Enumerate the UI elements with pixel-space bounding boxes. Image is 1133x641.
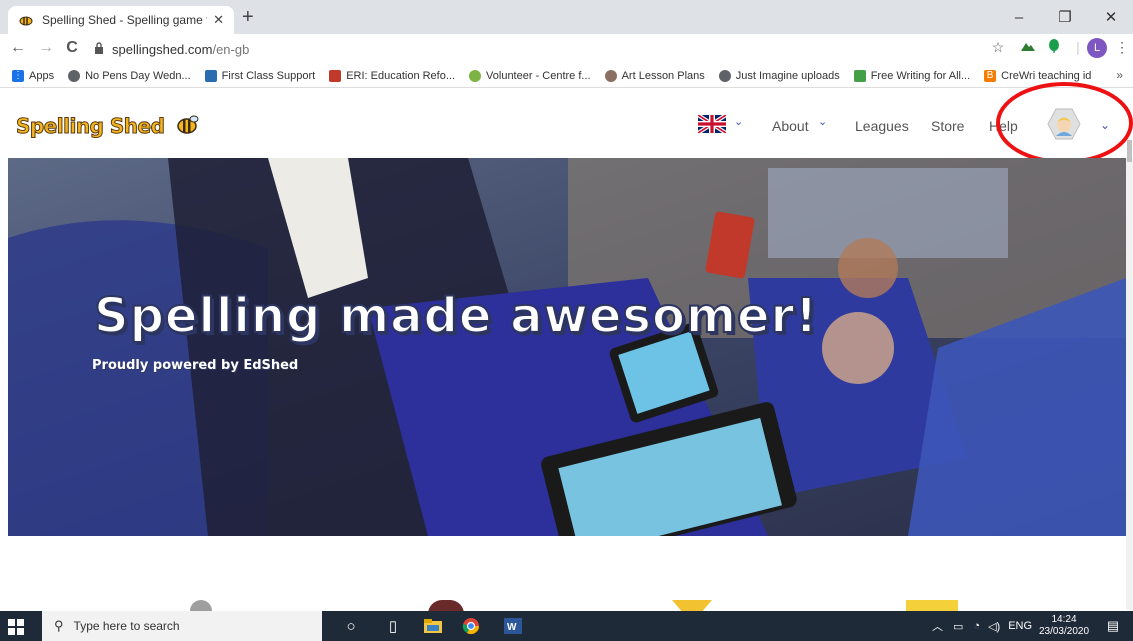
bookmark-apps[interactable]: ⋮ Apps [12,69,55,82]
windows-taskbar: ⚲ Type here to search ○ ▯ W ︿ ▭ ◔ ◁) ENG… [0,611,1133,641]
bookmark-no-pens-day[interactable]: No Pens Day Wedn... [68,69,191,82]
bookmark-label: Apps [29,69,55,82]
bookmark-just-imagine[interactable]: Just Imagine uploads [718,69,840,82]
bookmark-label: ERI: Education Refo... [346,69,456,82]
bookmark-volunteer[interactable]: Volunteer - Centre f... [469,69,591,82]
bookmark-star-icon[interactable]: ☆ [988,39,1008,56]
annotation-circle [996,82,1133,164]
bookmark-eri[interactable]: ERI: Education Refo... [329,69,456,82]
globe-icon [68,69,81,82]
reload-button[interactable]: C [62,39,82,57]
search-icon: ⚲ [54,618,64,633]
site-header: Spelling Shed ⌄ About ⌄ Leagues Store He… [0,88,1133,158]
taskbar-search-input[interactable]: ⚲ Type here to search [42,611,322,641]
language-indicator[interactable]: ENG [1008,620,1032,632]
svg-text:W: W [507,622,517,633]
tray-chevron-up-icon[interactable]: ︿ [932,618,943,634]
notifications-icon[interactable]: ▤ [1102,616,1124,636]
word-icon[interactable]: W [502,616,524,636]
apps-grid-icon: ⋮ [12,69,24,82]
search-placeholder: Type here to search [73,619,180,633]
bookmark-first-class-support[interactable]: First Class Support [204,69,316,82]
page-scrollbar[interactable] [1126,158,1133,610]
bee-logo-icon [174,114,200,134]
clock-time: 14:24 [1051,614,1077,625]
bookmark-label: Volunteer - Centre f... [486,69,591,82]
task-view-icon[interactable]: ▯ [382,616,404,636]
new-tab-button[interactable]: + [242,6,254,28]
nav-leagues[interactable]: Leagues [855,118,909,134]
bookmark-label: First Class Support [221,69,316,82]
browser-toolbar: ← → C spellingshed.com/en-gb ☆ | ⋮ [0,34,1133,64]
url-path: /en-gb [212,41,250,57]
bookmark-label: Art Lesson Plans [621,69,705,82]
file-explorer-icon[interactable] [422,616,444,636]
spelling-shed-logo[interactable]: Spelling Shed [15,114,165,139]
fcs-icon [204,69,217,82]
browser-tab[interactable]: Spelling Shed - Spelling game fo ✕ [8,6,234,34]
toolbar-divider: | [1076,39,1080,55]
globe-icon [718,69,731,82]
bookmark-label: Free Writing for All... [870,69,971,82]
bookmark-free-writing[interactable]: Free Writing for All... [853,69,971,82]
hero-banner: Spelling made awesomer! Proudly powered … [8,158,1126,536]
clock-date: 23/03/2020 [1038,626,1090,637]
tab-title: Spelling Shed - Spelling game fo [42,13,208,27]
bookmarks-bar: ⋮ Apps No Pens Day Wedn... First Class Su… [0,64,1133,88]
system-tray: ︿ ▭ ◔ ◁) ENG [932,611,1032,641]
address-bar[interactable]: spellingshed.com/en-gb [94,37,1029,61]
bookmark-label: CreWri teaching id [1001,69,1092,82]
forward-button[interactable]: → [36,39,56,57]
battery-icon[interactable]: ▭ [953,620,963,633]
taskbar-clock[interactable]: 14:24 23/03/2020 [1038,614,1090,638]
hero-subtitle: Proudly powered by EdShed [92,358,299,373]
nav-store[interactable]: Store [931,118,964,134]
minimize-button[interactable]: – [996,0,1042,34]
wifi-icon[interactable]: ◔ [973,620,980,632]
shield-icon [329,69,342,82]
bookmark-art-lesson-plans[interactable]: Art Lesson Plans [604,69,705,82]
bookmark-crewri[interactable]: B CreWri teaching id [984,69,1092,82]
nav-about[interactable]: About [772,118,809,134]
about-chevron-down-icon[interactable]: ⌄ [818,115,827,128]
chrome-icon[interactable] [460,616,482,636]
cortana-icon[interactable]: ○ [340,616,362,636]
lock-icon [94,41,104,57]
browser-tab-strip: Spelling Shed - Spelling game fo ✕ + – ❐… [0,0,1133,34]
language-chevron-down-icon[interactable]: ⌄ [734,115,743,128]
uk-flag-icon[interactable] [696,113,728,135]
back-button[interactable]: ← [8,39,28,57]
speaker-icon[interactable]: ◁) [988,620,1000,633]
gear-icon [469,69,482,82]
hero-title: Spelling made awesomer! [93,287,819,345]
blogger-icon: B [984,69,997,82]
window-close-button[interactable]: ✕ [1088,0,1133,34]
bookmarks-overflow-button[interactable]: » [1116,68,1123,82]
extension-mountain-icon[interactable] [1018,39,1038,55]
hero-photo [8,158,1126,536]
browser-menu-icon[interactable]: ⋮ [1112,39,1132,56]
bookmark-label: Just Imagine uploads [735,69,840,82]
extension-leaf-icon[interactable] [1044,39,1064,56]
bookmark-label: No Pens Day Wedn... [85,69,191,82]
leaf-icon [853,69,866,82]
scrollbar-thumb[interactable] [1127,140,1132,162]
bee-favicon-icon [18,13,34,27]
tab-close-icon[interactable]: ✕ [213,12,224,28]
browser-profile-avatar[interactable]: L [1087,38,1107,58]
windows-start-icon[interactable] [8,619,24,635]
url-host: spellingshed.com [112,41,213,57]
restore-button[interactable]: ❐ [1042,0,1088,34]
palette-icon [604,69,617,82]
